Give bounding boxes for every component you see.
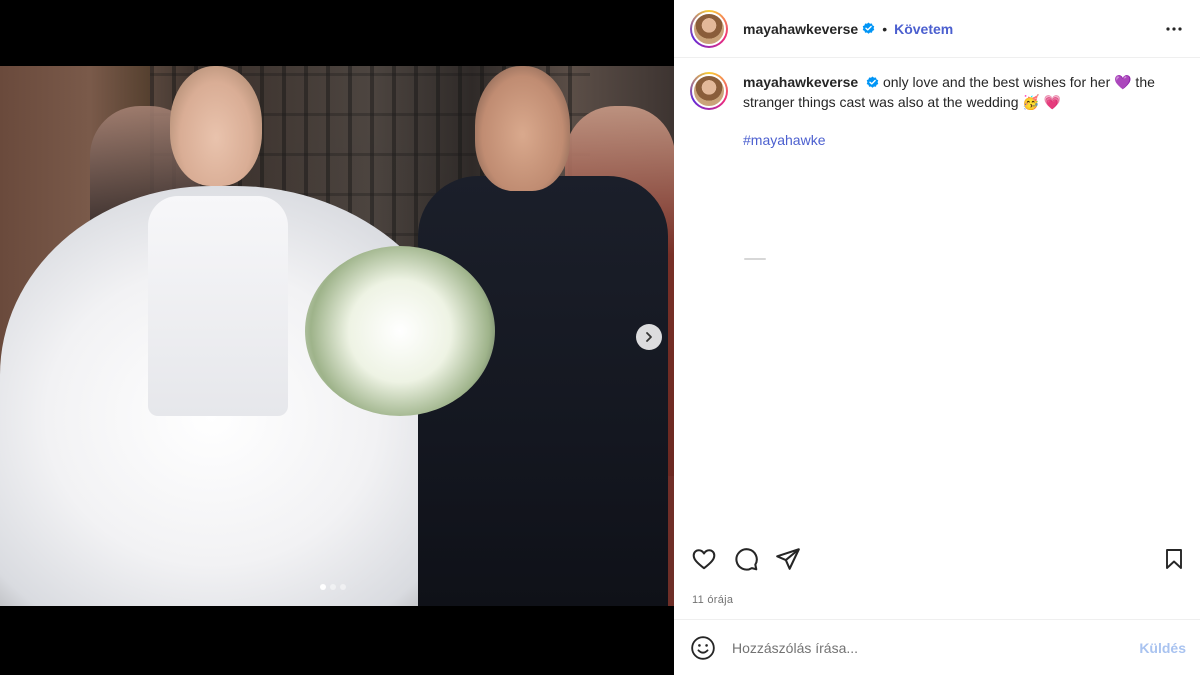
post-side-panel: mayahawkeverse • Követem mayahawkeverse … bbox=[674, 0, 1200, 675]
comment-bubble-icon bbox=[735, 548, 758, 571]
photo-bouquet bbox=[305, 246, 495, 416]
verified-badge-icon bbox=[862, 22, 875, 34]
follow-button[interactable]: Követem bbox=[894, 21, 953, 37]
header-username[interactable]: mayahawkeverse bbox=[743, 21, 858, 37]
avatar[interactable] bbox=[690, 9, 728, 48]
action-bar bbox=[674, 537, 1200, 581]
carousel-dot-3 bbox=[340, 584, 346, 590]
post-timestamp[interactable]: 11 órája bbox=[674, 581, 1200, 619]
photo-groom-head bbox=[475, 66, 570, 191]
heart-icon bbox=[692, 549, 716, 570]
photo-bride-bodice bbox=[148, 196, 288, 416]
media-pane bbox=[0, 0, 674, 675]
send-button[interactable]: Küldés bbox=[1139, 640, 1186, 656]
avatar-image bbox=[692, 11, 726, 46]
more-horizontal-icon bbox=[1166, 26, 1182, 31]
like-button[interactable] bbox=[690, 545, 718, 573]
chevron-right-icon bbox=[646, 332, 652, 342]
caption-area: mayahawkeverse only love and the best wi… bbox=[674, 58, 1200, 537]
carousel-indicator bbox=[320, 584, 346, 590]
emoji-picker-button[interactable] bbox=[690, 635, 716, 661]
instagram-post-modal: mayahawkeverse • Követem mayahawkeverse … bbox=[0, 0, 1200, 675]
post-header: mayahawkeverse • Követem bbox=[674, 0, 1200, 58]
comment-button[interactable] bbox=[732, 545, 760, 573]
loading-indicator bbox=[744, 258, 766, 260]
comment-input[interactable] bbox=[732, 639, 1140, 656]
bookmark-icon bbox=[1166, 549, 1182, 569]
caption-username[interactable]: mayahawkeverse bbox=[743, 74, 858, 90]
share-button[interactable] bbox=[774, 545, 802, 573]
caption-row: mayahawkeverse only love and the best wi… bbox=[690, 72, 1184, 150]
photo-bride-head bbox=[170, 66, 262, 186]
smiley-icon bbox=[691, 635, 715, 660]
caption-hashtag[interactable]: #mayahawke bbox=[743, 130, 1183, 150]
post-photo[interactable] bbox=[0, 66, 674, 606]
carousel-next-button[interactable] bbox=[636, 324, 662, 350]
paper-plane-icon bbox=[776, 548, 800, 570]
caption-text: mayahawkeverse only love and the best wi… bbox=[743, 72, 1183, 150]
avatar-image bbox=[692, 74, 726, 108]
verified-badge-icon bbox=[866, 76, 879, 88]
more-options-button[interactable] bbox=[1162, 17, 1186, 41]
carousel-dot-2 bbox=[330, 584, 336, 590]
caption-avatar[interactable] bbox=[690, 72, 728, 110]
comment-bar: Küldés bbox=[674, 619, 1200, 675]
header-separator: • bbox=[882, 20, 888, 37]
carousel-dot-1 bbox=[320, 584, 326, 590]
save-button[interactable] bbox=[1160, 545, 1188, 573]
